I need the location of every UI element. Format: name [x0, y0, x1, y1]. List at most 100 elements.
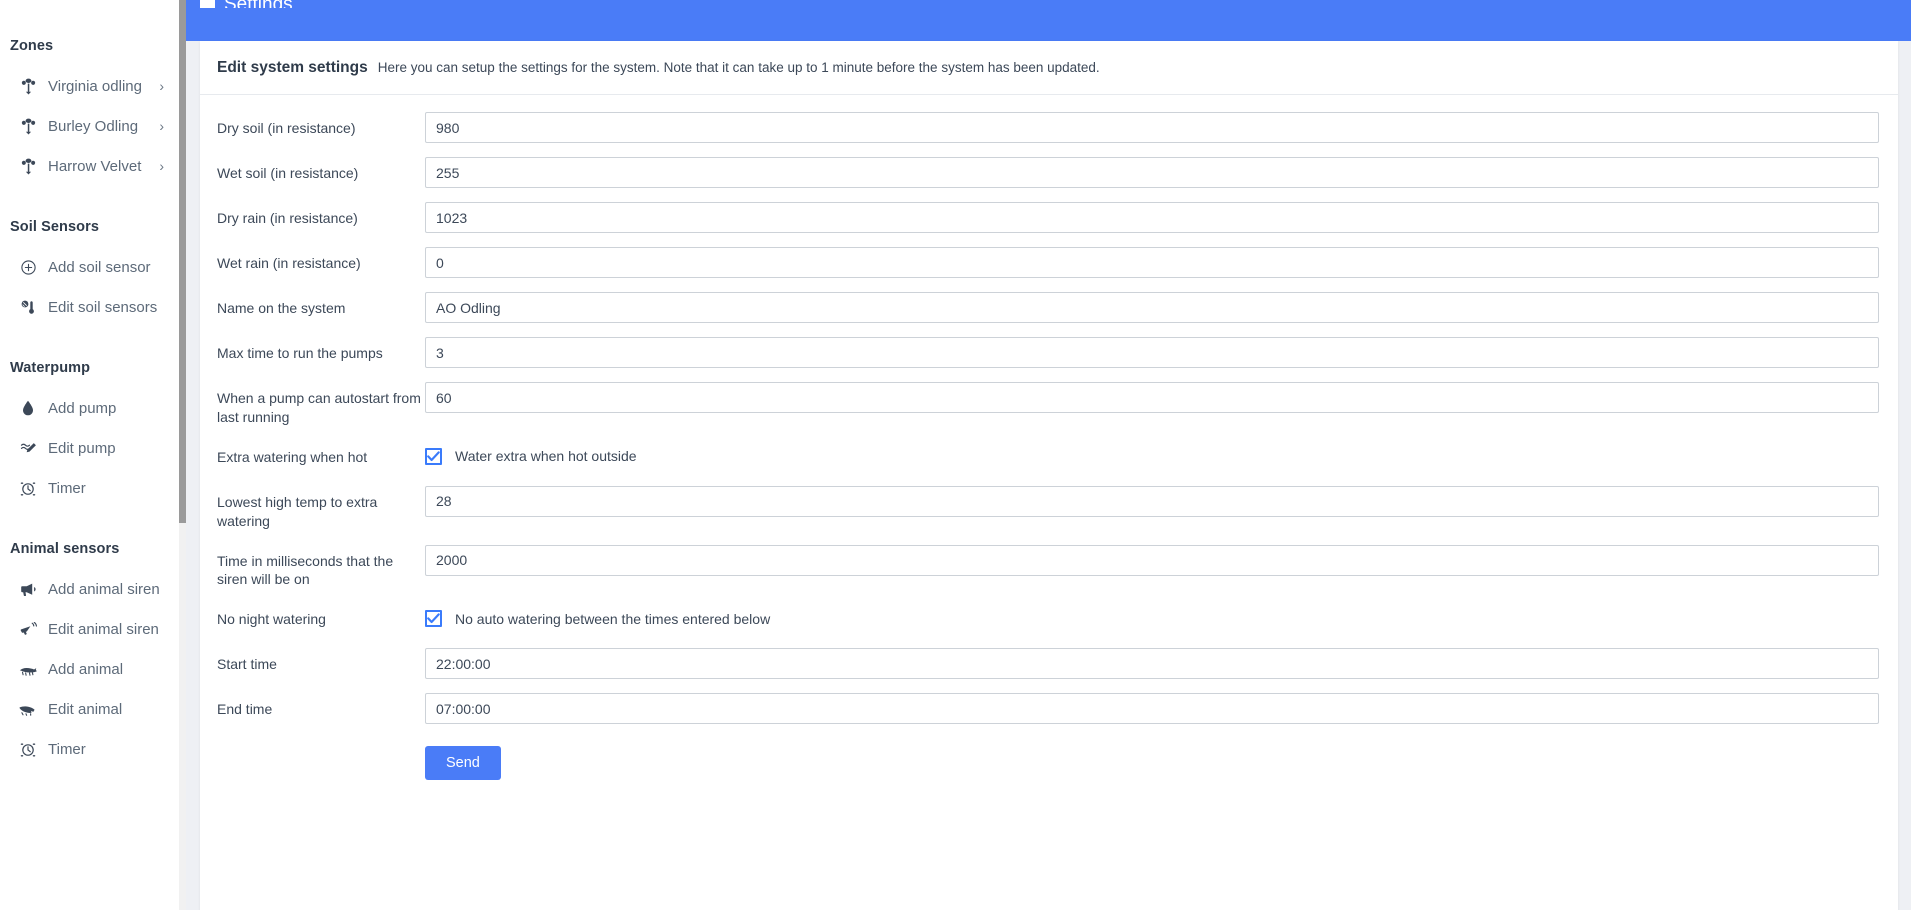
- sidebar-item-label: Add soil sensor: [48, 259, 151, 276]
- field-label: Wet rain (in resistance): [217, 247, 425, 273]
- dry-rain-input[interactable]: [425, 202, 1879, 233]
- clock-icon: [17, 481, 39, 496]
- sidebar-item-label: Timer: [48, 741, 86, 758]
- checkbox-group: Water extra when hot outside: [425, 441, 1879, 472]
- end-time-input[interactable]: [425, 693, 1879, 724]
- sidebar-item-burley-odling[interactable]: Burley Odling ›: [0, 106, 186, 146]
- sidebar-item-add-animal-siren[interactable]: Add animal siren: [0, 569, 186, 609]
- sidebar-item-label: Edit animal siren: [48, 621, 159, 638]
- form-row-lowest-high-temp: Lowest high temp to extra watering: [200, 486, 1898, 531]
- card-header: Edit system settings Here you can setup …: [200, 41, 1898, 95]
- field-control: [425, 486, 1879, 517]
- plant-icon: [17, 158, 39, 175]
- field-label: End time: [217, 693, 425, 719]
- field-label: Max time to run the pumps: [217, 337, 425, 363]
- sidebar-item-label: Timer: [48, 480, 86, 497]
- sidebar-item-label: Burley Odling: [48, 118, 138, 135]
- sidebar-item-edit-animal[interactable]: Edit animal: [0, 689, 186, 729]
- checkbox-group: No auto watering between the times enter…: [425, 603, 1879, 634]
- form-row-extra-watering: Extra watering when hot Water extra when…: [200, 441, 1898, 472]
- field-control: Water extra when hot outside: [425, 441, 1879, 472]
- field-control: [425, 202, 1879, 233]
- sidebar-item-virginia-odling[interactable]: Virginia odling ›: [0, 66, 186, 106]
- field-control: [425, 157, 1879, 188]
- sidebar-heading-zones: Zones: [0, 38, 186, 54]
- form-row-dry-soil: Dry soil (in resistance): [200, 112, 1898, 143]
- sidebar: Zones Virginia odling › Burley Odling ›: [0, 0, 186, 910]
- animal-edit-icon: [17, 703, 39, 716]
- field-control: [425, 292, 1879, 323]
- megaphone-sound-icon: [17, 622, 39, 637]
- gear-icon: [200, 0, 215, 8]
- no-night-watering-checkbox[interactable]: [425, 610, 442, 627]
- form-row-system-name: Name on the system: [200, 292, 1898, 323]
- sidebar-scrollbar-thumb[interactable]: [179, 0, 186, 523]
- wet-rain-input[interactable]: [425, 247, 1879, 278]
- sidebar-item-timer-waterpump[interactable]: Timer: [0, 468, 186, 508]
- chevron-right-icon: ›: [159, 159, 164, 173]
- system-name-input[interactable]: [425, 292, 1879, 323]
- sidebar-item-add-animal[interactable]: Add animal: [0, 649, 186, 689]
- field-label: Wet soil (in resistance): [217, 157, 425, 183]
- sidebar-item-harrow-velvet[interactable]: Harrow Velvet ›: [0, 146, 186, 186]
- field-control: No auto watering between the times enter…: [425, 603, 1879, 634]
- sidebar-item-edit-pump[interactable]: Edit pump: [0, 428, 186, 468]
- sidebar-item-label: Edit soil sensors: [48, 299, 157, 316]
- animal-icon: [17, 663, 39, 676]
- field-label: When a pump can autostart from last runn…: [217, 382, 425, 427]
- dry-soil-input[interactable]: [425, 112, 1879, 143]
- sidebar-item-add-soil-sensor[interactable]: Add soil sensor: [0, 247, 186, 287]
- form-row-max-pump-time: Max time to run the pumps: [200, 337, 1898, 368]
- settings-form: Dry soil (in resistance) Wet soil (in re…: [200, 95, 1898, 780]
- page-header-title-group: Settings: [200, 0, 293, 8]
- form-row-wet-rain: Wet rain (in resistance): [200, 247, 1898, 278]
- field-label: Extra watering when hot: [217, 441, 425, 467]
- soil-sensor-icon: [17, 300, 39, 315]
- form-row-end-time: End time: [200, 693, 1898, 724]
- clock-icon: [17, 742, 39, 757]
- wet-soil-input[interactable]: [425, 157, 1879, 188]
- field-label: No night watering: [217, 603, 425, 629]
- field-control: [425, 337, 1879, 368]
- sidebar-section-waterpump: Waterpump Add pump Edit pump: [0, 360, 186, 508]
- lowest-high-temp-input[interactable]: [425, 486, 1879, 517]
- siren-duration-input[interactable]: [425, 545, 1879, 576]
- send-button[interactable]: Send: [425, 746, 501, 780]
- sidebar-item-label: Add animal siren: [48, 581, 160, 598]
- sidebar-item-add-pump[interactable]: Add pump: [0, 388, 186, 428]
- sidebar-item-label: Virginia odling: [48, 78, 142, 95]
- page-title: Settings: [224, 0, 293, 8]
- card-subtitle: Here you can setup the settings for the …: [378, 60, 1100, 75]
- card-title: Edit system settings: [217, 59, 368, 77]
- pump-autostart-input[interactable]: [425, 382, 1879, 413]
- max-pump-time-input[interactable]: [425, 337, 1879, 368]
- field-control: [425, 112, 1879, 143]
- main-content: Settings Edit system settings Here you c…: [186, 0, 1911, 910]
- field-label: Time in milliseconds that the siren will…: [217, 545, 425, 590]
- start-time-input[interactable]: [425, 648, 1879, 679]
- megaphone-icon: [17, 582, 39, 597]
- no-night-watering-checkbox-label: No auto watering between the times enter…: [455, 611, 770, 627]
- form-row-wet-soil: Wet soil (in resistance): [200, 157, 1898, 188]
- form-row-start-time: Start time: [200, 648, 1898, 679]
- field-control: [425, 545, 1879, 576]
- field-label: Start time: [217, 648, 425, 674]
- form-row-siren-duration: Time in milliseconds that the siren will…: [200, 545, 1898, 590]
- extra-watering-checkbox[interactable]: [425, 448, 442, 465]
- field-control: [425, 247, 1879, 278]
- sidebar-item-timer-animal[interactable]: Timer: [0, 729, 186, 769]
- sidebar-heading-waterpump: Waterpump: [0, 360, 186, 376]
- sidebar-item-label: Harrow Velvet: [48, 158, 141, 175]
- water-drop-icon: [17, 400, 39, 416]
- sidebar-item-edit-animal-siren[interactable]: Edit animal siren: [0, 609, 186, 649]
- field-control: [425, 648, 1879, 679]
- pump-edit-icon: [17, 441, 39, 456]
- sidebar-heading-animal-sensors: Animal sensors: [0, 541, 186, 557]
- sidebar-section-soil-sensors: Soil Sensors Add soil sensor Edit soil s…: [0, 219, 186, 327]
- sidebar-item-label: Edit animal: [48, 701, 122, 718]
- field-label: Dry rain (in resistance): [217, 202, 425, 228]
- sidebar-content: Zones Virginia odling › Burley Odling ›: [0, 38, 186, 769]
- plant-icon: [17, 78, 39, 95]
- sidebar-item-edit-soil-sensors[interactable]: Edit soil sensors: [0, 287, 186, 327]
- app-root: Zones Virginia odling › Burley Odling ›: [0, 0, 1911, 910]
